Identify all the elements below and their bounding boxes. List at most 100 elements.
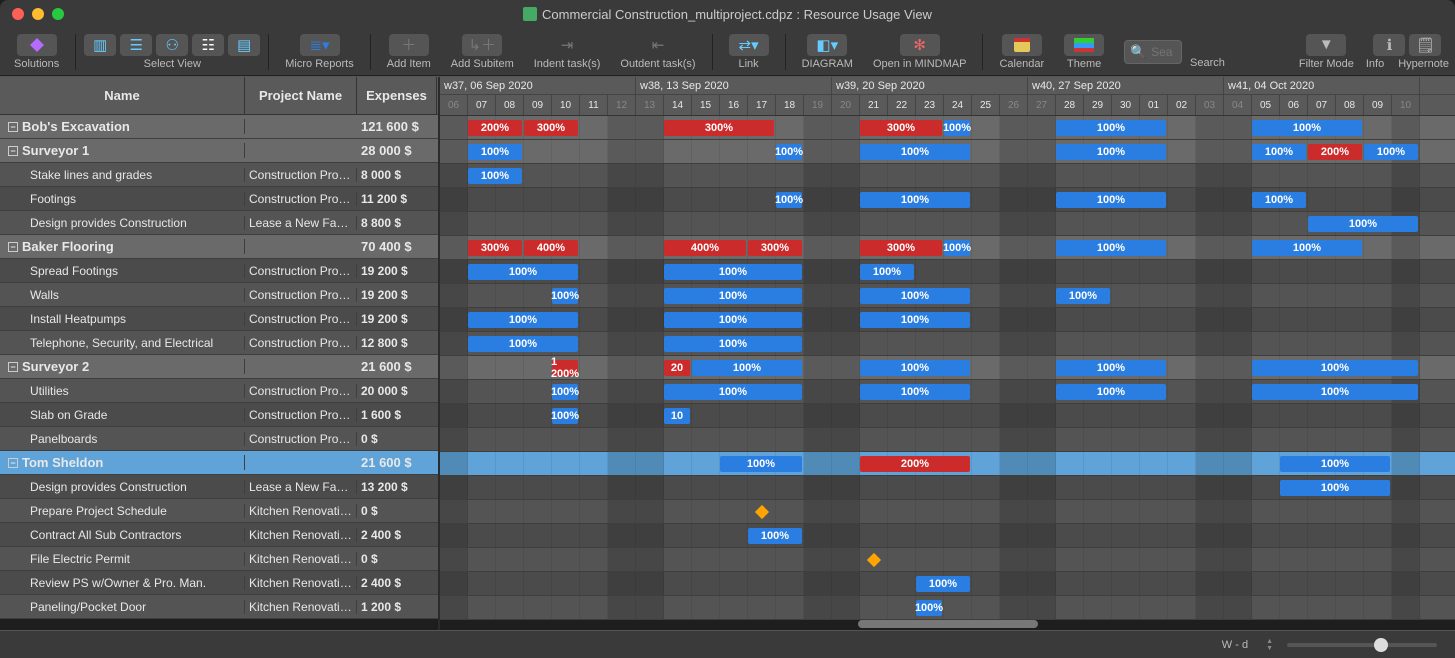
gantt-row[interactable]: 200%300%300%300%100%100%100%	[440, 116, 1455, 140]
allocation-bar[interactable]: 100%	[944, 240, 970, 256]
micro-reports-button[interactable]: ≣▾ Micro Reports	[277, 32, 361, 72]
allocation-bar[interactable]: 100%	[1056, 120, 1166, 136]
gantt-chart[interactable]: w37, 06 Sep 2020w38, 13 Sep 2020w39, 20 …	[440, 77, 1455, 630]
table-row[interactable]: Design provides ConstructionLease a New …	[0, 211, 438, 235]
allocation-bar[interactable]: 100%	[552, 288, 578, 304]
gantt-row[interactable]: 100%100%	[440, 332, 1455, 356]
allocation-bar[interactable]: 100%	[468, 336, 578, 352]
allocation-bar[interactable]: 100%	[552, 384, 578, 400]
allocation-bar[interactable]: 100%	[692, 360, 802, 376]
table-row[interactable]: −Tom Sheldon21 600 $	[0, 451, 438, 475]
col-project[interactable]: Project Name	[245, 77, 357, 114]
table-row[interactable]: File Electric PermitKitchen Renovation0 …	[0, 547, 438, 571]
zoom-slider[interactable]	[1287, 643, 1437, 647]
gantt-row[interactable]: 100%	[440, 524, 1455, 548]
outdent-button[interactable]: ⇤ Outdent task(s)	[612, 32, 703, 72]
allocation-bar[interactable]: 100%	[1252, 240, 1362, 256]
table-row[interactable]: Slab on GradeConstruction Project1 600 $	[0, 403, 438, 427]
gantt-row[interactable]: 100% 10	[440, 404, 1455, 428]
gantt-row[interactable]: 300%400%400%300%300%100%100%100%	[440, 236, 1455, 260]
info-icon[interactable]: ℹ︎	[1373, 34, 1405, 56]
allocation-bar[interactable]: 300%	[664, 120, 774, 136]
allocation-bar[interactable]: 100%	[468, 312, 578, 328]
allocation-bar[interactable]: 100%	[1252, 192, 1306, 208]
allocation-bar[interactable]: 100%	[860, 288, 970, 304]
gantt-row[interactable]: 100%200%100%	[440, 452, 1455, 476]
horizontal-scrollbar[interactable]	[440, 620, 1455, 630]
gantt-row[interactable]: 100%	[440, 596, 1455, 620]
filter-mode-button[interactable]: ▼ Filter Mode	[1291, 32, 1362, 72]
table-row[interactable]: Prepare Project ScheduleKitchen Renovati…	[0, 499, 438, 523]
allocation-bar[interactable]: 100%	[1252, 384, 1418, 400]
col-expenses[interactable]: Expenses	[357, 77, 437, 114]
allocation-bar[interactable]: 100%	[552, 408, 578, 424]
allocation-bar[interactable]: 100%	[860, 312, 970, 328]
allocation-bar[interactable]: 100%	[776, 144, 802, 160]
allocation-bar[interactable]: 10	[664, 408, 690, 424]
allocation-bar[interactable]: 100%	[860, 264, 914, 280]
table-row[interactable]: WallsConstruction Project19 200 $	[0, 283, 438, 307]
allocation-bar[interactable]: 100%	[664, 384, 802, 400]
allocation-bar[interactable]: 100%	[468, 264, 578, 280]
allocation-bar[interactable]: 300%	[748, 240, 802, 256]
table-row[interactable]: UtilitiesConstruction Project20 000 $	[0, 379, 438, 403]
allocation-bar[interactable]: 100%	[1252, 144, 1306, 160]
collapse-toggle[interactable]: −	[8, 122, 18, 132]
collapse-toggle[interactable]: −	[8, 458, 18, 468]
allocation-bar[interactable]: 100%	[1280, 456, 1390, 472]
allocation-bar[interactable]: 100%	[860, 144, 970, 160]
allocation-bar[interactable]: 100%	[1056, 192, 1166, 208]
allocation-bar[interactable]: 100%	[1252, 360, 1418, 376]
table-row[interactable]: −Surveyor 128 000 $	[0, 139, 438, 163]
gantt-row[interactable]: 100%100%100%100%	[440, 284, 1455, 308]
allocation-bar[interactable]: 100%	[664, 288, 802, 304]
hypernote-icon[interactable]: 🗒	[1409, 34, 1441, 56]
allocation-bar[interactable]: 100%	[720, 456, 802, 472]
table-row[interactable]: Telephone, Security, and ElectricalConst…	[0, 331, 438, 355]
calendar-button[interactable]: Calendar	[991, 32, 1052, 72]
zoom-stepper[interactable]: ▲▼	[1266, 638, 1273, 652]
gantt-row[interactable]	[440, 428, 1455, 452]
allocation-bar[interactable]: 300%	[860, 240, 942, 256]
allocation-bar[interactable]: 100%	[1056, 360, 1166, 376]
table-row[interactable]: −Baker Flooring70 400 $	[0, 235, 438, 259]
gantt-row[interactable]: 100%	[440, 572, 1455, 596]
diagram-button[interactable]: ◧▾ DIAGRAM	[794, 32, 861, 72]
table-row[interactable]: Contract All Sub ContractorsKitchen Reno…	[0, 523, 438, 547]
gantt-row[interactable]: 100% 100% 100%	[440, 308, 1455, 332]
allocation-bar[interactable]: 1 200%	[552, 360, 578, 376]
allocation-bar[interactable]: 400%	[664, 240, 746, 256]
gantt-row[interactable]	[440, 500, 1455, 524]
table-row[interactable]: Paneling/Pocket DoorKitchen Renovation1 …	[0, 595, 438, 619]
allocation-bar[interactable]: 200%	[468, 120, 522, 136]
collapse-toggle[interactable]: −	[8, 362, 18, 372]
allocation-bar[interactable]: 100%	[1252, 120, 1362, 136]
allocation-bar[interactable]: 100%	[916, 600, 942, 616]
add-subitem-button[interactable]: ↳＋ Add Subitem	[443, 32, 522, 72]
view-3-icon[interactable]: ⚇	[156, 34, 188, 56]
allocation-bar[interactable]: 100%	[776, 192, 802, 208]
collapse-toggle[interactable]: −	[8, 242, 18, 252]
minimize-window[interactable]	[32, 8, 44, 20]
table-row[interactable]: PanelboardsConstruction Project0 $	[0, 427, 438, 451]
table-row[interactable]: Spread FootingsConstruction Project19 20…	[0, 259, 438, 283]
view-2-icon[interactable]: ☰	[120, 34, 152, 56]
solutions-button[interactable]: Solutions	[6, 32, 67, 72]
allocation-bar[interactable]: 100%	[664, 264, 802, 280]
gantt-row[interactable]: 100% 100% 100% 100% 100%	[440, 380, 1455, 404]
allocation-bar[interactable]: 100%	[860, 360, 970, 376]
gantt-row[interactable]: 100%100%100%100%100%200%100%	[440, 140, 1455, 164]
gantt-row[interactable]: 100%	[440, 212, 1455, 236]
allocation-bar[interactable]: 100%	[860, 384, 970, 400]
gantt-row[interactable]	[440, 548, 1455, 572]
theme-button[interactable]: Theme	[1056, 32, 1112, 72]
view-1-icon[interactable]: ▥	[84, 34, 116, 56]
gantt-row[interactable]: 100% 100% 100%	[440, 260, 1455, 284]
allocation-bar[interactable]: 100%	[664, 312, 802, 328]
allocation-bar[interactable]: 100%	[1056, 384, 1166, 400]
allocation-bar[interactable]: 100%	[1308, 216, 1418, 232]
allocation-bar[interactable]: 300%	[468, 240, 522, 256]
search-field[interactable]: 🔍	[1124, 40, 1182, 64]
view-4-icon[interactable]: ☷	[192, 34, 224, 56]
allocation-bar[interactable]: 300%	[524, 120, 578, 136]
